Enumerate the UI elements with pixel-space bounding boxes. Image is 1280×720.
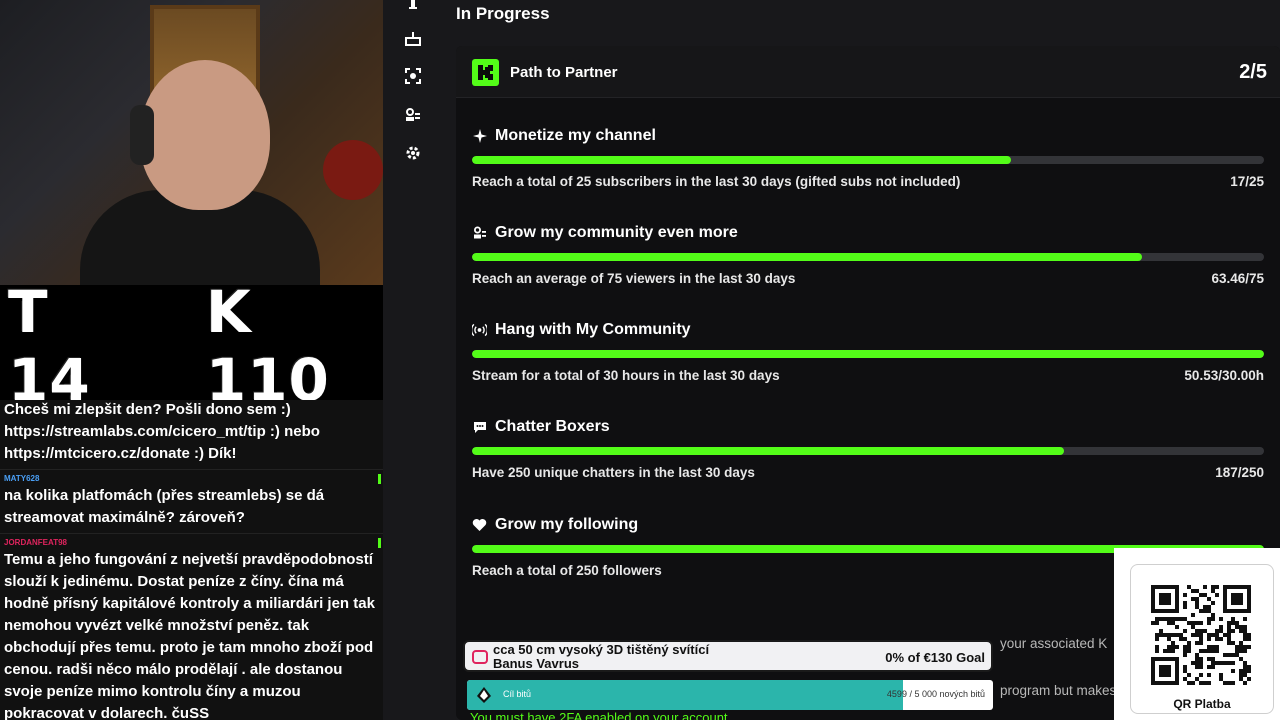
goal-item: Monetize my channel Reach a total of 25 s… bbox=[472, 126, 1264, 206]
chat-message-text: Chceš mi zlepšit den? Pošli dono sem :) … bbox=[4, 401, 320, 462]
goal-value: 187/250 bbox=[1215, 465, 1264, 480]
goal-title: Hang with My Community bbox=[495, 321, 691, 338]
chat-bubble-icon bbox=[472, 420, 487, 435]
sparkle-icon bbox=[472, 129, 487, 144]
bits-goal-numbers: 4599 / 5 000 nových bitů bbox=[886, 689, 985, 699]
qr-code-icon bbox=[1151, 585, 1251, 685]
goal-progress-track bbox=[472, 447, 1264, 455]
chat-message: JORDANFEAT98 Temu a jeho fungování z nej… bbox=[0, 534, 383, 720]
bits-goal-label: Cíl bitů bbox=[503, 689, 532, 699]
goal-description: Reach a total of 250 followers bbox=[472, 563, 662, 578]
goal-progress-fill bbox=[472, 156, 1011, 164]
goal-header: Monetize my channel bbox=[472, 126, 1264, 146]
nav-item-community[interactable] bbox=[403, 105, 423, 125]
qr-label: QR Platba bbox=[1173, 697, 1231, 711]
chat-message-text: na kolika platfomách (přes streamlebs) s… bbox=[4, 487, 325, 526]
goal-item: Hang with My Community Stream for a total… bbox=[472, 320, 1264, 400]
goal-header: Grow my following bbox=[472, 515, 1264, 535]
card-progress-count: 2/5 bbox=[1239, 61, 1267, 83]
donation-goal-title: cca 50 cm vysoký 3D tištěný svítící Banu… bbox=[493, 643, 709, 671]
footnote-text: program but makes bbox=[1000, 683, 1117, 698]
chat-username: JORDANFEAT98 bbox=[4, 538, 67, 547]
goal-value: 17/25 bbox=[1230, 174, 1264, 189]
chat-message-text: Temu a jeho fungování z nejvetší pravděp… bbox=[4, 551, 375, 720]
kick-logo-icon bbox=[472, 59, 499, 86]
goal-header: Hang with My Community bbox=[472, 320, 1264, 340]
goal-progress-fill bbox=[472, 350, 1264, 358]
nav-item-settings[interactable] bbox=[403, 143, 423, 163]
community-icon bbox=[406, 108, 420, 121]
nav-item-top[interactable] bbox=[403, 0, 423, 14]
goal-description: Have 250 unique chatters in the last 30 … bbox=[472, 465, 755, 480]
goal-progress-fill bbox=[472, 447, 1065, 455]
broadcast-icon bbox=[472, 323, 487, 338]
cake-icon bbox=[405, 32, 421, 46]
page-title: In Progress bbox=[456, 4, 550, 23]
stream-counter-overlay: T 14 K 110 bbox=[0, 278, 383, 414]
goal-title: Grow my following bbox=[495, 516, 639, 533]
goal-description: Stream for a total of 30 hours in the la… bbox=[472, 368, 780, 383]
card-title: Path to Partner bbox=[510, 64, 618, 81]
goal-description: Reach a total of 25 subscribers in the l… bbox=[472, 174, 961, 189]
requirement-text: You must have 2FA enabled on your accoun… bbox=[470, 710, 728, 720]
webcam-feed bbox=[0, 0, 383, 285]
goal-title: Grow my community even more bbox=[495, 224, 738, 241]
counter-t: T 14 bbox=[8, 278, 91, 414]
chat-message: MATY628 na kolika platfomách (přes strea… bbox=[0, 470, 383, 534]
donation-goal-title-line1: cca 50 cm vysoký 3D tištěný svítící bbox=[493, 642, 710, 657]
chat-username: MATY628 bbox=[4, 474, 40, 483]
chat-overlay: Chceš mi zlepšit den? Pošli dono sem :) … bbox=[0, 400, 383, 720]
chat-accent-bar bbox=[378, 538, 381, 548]
screenshot-icon bbox=[405, 68, 421, 84]
side-navigation bbox=[383, 0, 445, 720]
bits-goal-fill bbox=[467, 680, 903, 710]
goal-description: Reach an average of 75 viewers in the la… bbox=[472, 271, 796, 286]
nav-item-cake[interactable] bbox=[403, 28, 423, 48]
goal-header: Grow my community even more bbox=[472, 223, 1264, 243]
qr-payment-overlay: QR Platba bbox=[1114, 548, 1280, 720]
community-icon bbox=[472, 226, 487, 241]
chat-message: Chceš mi zlepšit den? Pošli dono sem :) … bbox=[0, 400, 383, 470]
donation-goal-percent: 0% of €130 Goal bbox=[885, 650, 985, 665]
goal-title: Chatter Boxers bbox=[495, 418, 610, 435]
goal-item: Chatter Boxers Have 250 unique chatters i… bbox=[472, 417, 1264, 497]
streamer-head bbox=[140, 60, 270, 210]
heart-icon bbox=[472, 518, 487, 533]
qr-card: QR Platba bbox=[1130, 564, 1274, 714]
nav-item-screenshot[interactable] bbox=[403, 66, 423, 86]
goal-value: 50.53/30.00h bbox=[1184, 368, 1264, 383]
tip-icon bbox=[472, 650, 488, 664]
goal-progress-fill bbox=[472, 253, 1143, 261]
background-decoration bbox=[323, 140, 383, 200]
goal-progress-track bbox=[472, 156, 1264, 164]
goal-item: Grow my community even more Reach an aver… bbox=[472, 223, 1264, 303]
headset bbox=[130, 105, 154, 165]
chat-accent-bar bbox=[378, 474, 381, 484]
goal-progress-track bbox=[472, 253, 1264, 261]
bits-gem-icon bbox=[477, 687, 491, 703]
bits-goal-bar: Cíl bitů 4599 / 5 000 nových bitů bbox=[467, 680, 993, 710]
donation-goal-overlay: cca 50 cm vysoký 3D tištěný svítící Banu… bbox=[463, 640, 993, 672]
gear-icon bbox=[406, 146, 420, 160]
goal-value: 63.46/75 bbox=[1211, 271, 1264, 286]
goal-header: Chatter Boxers bbox=[472, 417, 1264, 437]
trophy-icon bbox=[409, 0, 417, 9]
card-header[interactable]: Path to Partner 2/5 bbox=[456, 46, 1280, 98]
goal-title: Monetize my channel bbox=[495, 127, 656, 144]
goal-progress-track bbox=[472, 350, 1264, 358]
donation-goal-title-line2: Banus Vavrus bbox=[493, 656, 579, 671]
counter-k: K 110 bbox=[205, 278, 330, 414]
footnote-text: your associated K bbox=[1000, 636, 1108, 651]
